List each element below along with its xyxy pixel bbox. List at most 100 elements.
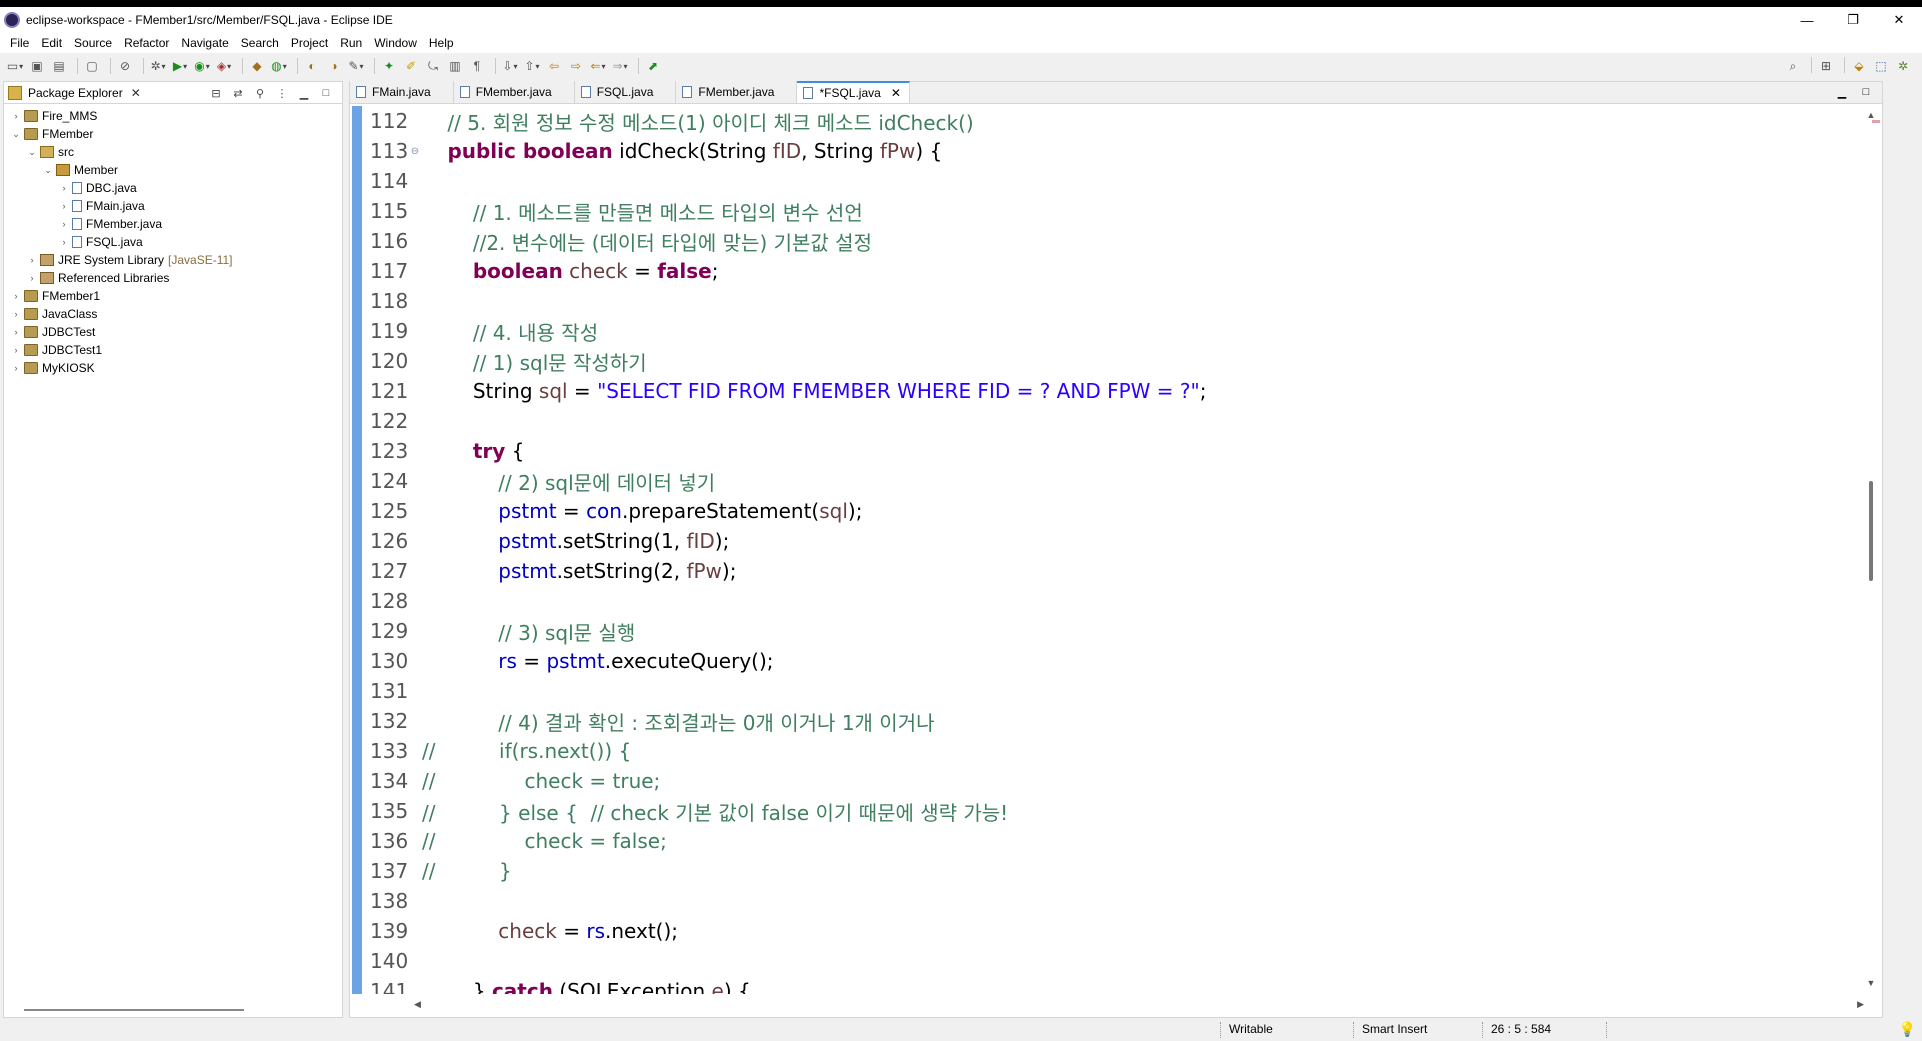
code-line[interactable]: 119 // 4. 내용 작성 [362, 316, 1858, 346]
code-line[interactable]: 117 boolean check = false; [362, 256, 1858, 286]
back-icon[interactable]: ⇐ [589, 57, 607, 75]
collapsed-arrow-icon[interactable]: › [58, 237, 70, 247]
code-line[interactable]: 131 [362, 676, 1858, 706]
menu-source[interactable]: Source [68, 36, 118, 50]
editor-vertical-scrollbar[interactable]: ▲ ▼ [1860, 106, 1882, 994]
mark-occurrences-icon[interactable]: ✐ [402, 57, 420, 75]
tree-item[interactable]: › Fire_MMS [4, 107, 342, 125]
java-perspective-icon[interactable]: ⬚ [1872, 57, 1890, 75]
menu-help[interactable]: Help [423, 36, 460, 50]
search-icon[interactable]: ⌕ [1784, 57, 1802, 75]
collapsed-arrow-icon[interactable]: › [10, 363, 22, 373]
open-perspective-icon[interactable]: ⊞ [1817, 57, 1835, 75]
new-icon[interactable]: ▭ [6, 57, 24, 75]
minimize-button[interactable]: — [1784, 7, 1830, 33]
editor-tab[interactable]: FMain.java [350, 81, 454, 103]
previous-annotation-icon[interactable]: ⇧ [523, 57, 541, 75]
code-line[interactable]: 128 [362, 586, 1858, 616]
maximize-view-icon[interactable]: □ [318, 85, 334, 101]
code-line[interactable]: 125 pstmt = con.prepareStatement(sql); [362, 496, 1858, 526]
code-line[interactable]: 124 // 2) sql문에 데이터 넣기 [362, 466, 1858, 496]
expanded-arrow-icon[interactable]: ⌄ [42, 165, 54, 176]
menu-refactor[interactable]: Refactor [118, 36, 175, 50]
menu-window[interactable]: Window [368, 36, 423, 50]
code-line[interactable]: 126 pstmt.setString(1, fID); [362, 526, 1858, 556]
editor-tab[interactable]: FSQL.java [574, 81, 677, 103]
tree-item[interactable]: › JDBCTest [4, 323, 342, 341]
next-annotation-icon[interactable]: ⇩ [501, 57, 519, 75]
tree-item[interactable]: ⌄ FMember [4, 125, 342, 143]
link-with-editor-icon[interactable]: ⇄ [230, 85, 246, 101]
editor-tab[interactable]: FMember.java [676, 81, 798, 103]
expanded-arrow-icon[interactable]: ⌄ [26, 147, 38, 158]
code-line[interactable]: 133 // if(rs.next()) { [362, 736, 1858, 766]
code-line[interactable]: 112 // 5. 회원 정보 수정 메소드(1) 아이디 체크 메소드 idC… [362, 106, 1858, 136]
last-edit-location-icon[interactable]: ⇦ [545, 57, 563, 75]
close-icon[interactable]: ✕ [891, 86, 901, 100]
view-menu-icon[interactable]: ⋮ [274, 85, 290, 101]
code-line[interactable]: 130 rs = pstmt.executeQuery(); [362, 646, 1858, 676]
scroll-right-icon[interactable]: ▶ [1857, 999, 1864, 1010]
collapsed-arrow-icon[interactable]: › [26, 255, 38, 265]
maximize-editor-icon[interactable]: □ [1858, 85, 1874, 99]
open-type-icon[interactable]: ◐ [303, 57, 321, 75]
code-line[interactable]: 118 [362, 286, 1858, 316]
new-java-class-icon[interactable]: ◍ [270, 57, 288, 75]
tip-bulb-icon[interactable]: 💡 [1899, 1021, 1916, 1038]
close-button[interactable]: ✕ [1876, 7, 1922, 33]
code-line[interactable]: 127 pstmt.setString(2, fPw); [362, 556, 1858, 586]
editor-tab[interactable]: FMember.java [453, 81, 575, 103]
code-line[interactable]: 134 // check = true; [362, 766, 1858, 796]
minimize-view-icon[interactable]: ▁ [296, 85, 312, 101]
scroll-down-icon[interactable]: ▼ [1864, 978, 1878, 988]
run-icon[interactable]: ▶ [171, 57, 189, 75]
code-line[interactable]: 113 ⊖ public boolean idCheck(String fID, … [362, 136, 1858, 166]
scroll-left-icon[interactable]: ◀ [414, 999, 421, 1010]
fold-toggle-icon[interactable]: ⊖ [408, 146, 422, 157]
collapsed-arrow-icon[interactable]: › [10, 111, 22, 121]
code-line[interactable]: 136 // check = false; [362, 826, 1858, 856]
terminal-icon[interactable]: ▢ [83, 57, 101, 75]
skip-breakpoints-icon[interactable]: ⊘ [116, 57, 134, 75]
open-task-icon[interactable]: ◑ [325, 57, 343, 75]
tree-item[interactable]: ⌄ src [4, 143, 342, 161]
collapse-all-icon[interactable]: ⊟ [208, 85, 224, 101]
code-line[interactable]: 137 // } [362, 856, 1858, 886]
code-line[interactable]: 115 // 1. 메소드를 만들면 메소드 타입의 변수 선언 [362, 196, 1858, 226]
code-line[interactable]: 129 // 3) sql문 실행 [362, 616, 1858, 646]
overview-marker[interactable] [1872, 120, 1880, 123]
code-line[interactable]: 123 try { [362, 436, 1858, 466]
status-insert-mode[interactable]: Smart Insert [1353, 1022, 1427, 1038]
code-line[interactable]: 121 String sql = "SELECT FID FROM FMEMBE… [362, 376, 1858, 406]
filters-icon[interactable]: ⚲ [252, 85, 268, 101]
toggle-breadcrumb-icon[interactable]: ✦ [380, 57, 398, 75]
tree-item[interactable]: ⌄ Member [4, 161, 342, 179]
code-line[interactable]: 132 // 4) 결과 확인 : 조회결과는 0개 이거나 1개 이거나 [362, 706, 1858, 736]
tree-item[interactable]: › JDBCTest1 [4, 341, 342, 359]
collapsed-arrow-icon[interactable]: › [58, 201, 70, 211]
code-editor[interactable]: 112 // 5. 회원 정보 수정 메소드(1) 아이디 체크 메소드 idC… [350, 106, 1882, 994]
java-ee-perspective-icon[interactable]: ⬙ [1850, 57, 1868, 75]
tree-item[interactable]: › FSQL.java [4, 233, 342, 251]
debug-icon[interactable]: ✲ [149, 57, 167, 75]
code-line[interactable]: 140 [362, 946, 1858, 976]
collapsed-arrow-icon[interactable]: › [10, 291, 22, 301]
tree-item[interactable]: › JRE System Library [JavaSE-11] [4, 251, 342, 269]
collapsed-arrow-icon[interactable]: › [26, 273, 38, 283]
tree-item[interactable]: › Referenced Libraries [4, 269, 342, 287]
new-java-package-icon[interactable]: ◆ [248, 57, 266, 75]
menu-navigate[interactable]: Navigate [175, 36, 234, 50]
menu-project[interactable]: Project [285, 36, 334, 50]
debug-perspective-icon[interactable]: ✲ [1894, 57, 1912, 75]
code-line[interactable]: 141 } catch (SQLException e) { [362, 976, 1858, 994]
code-line[interactable]: 114 [362, 166, 1858, 196]
collapsed-arrow-icon[interactable]: › [10, 327, 22, 337]
collapsed-arrow-icon[interactable]: › [58, 219, 70, 229]
code-line[interactable]: 139 check = rs.next(); [362, 916, 1858, 946]
code-line[interactable]: 135 // } else { // check 기본 값이 false 이기 때… [362, 796, 1858, 826]
code-line[interactable]: 122 [362, 406, 1858, 436]
save-all-icon[interactable]: ▤ [50, 57, 68, 75]
code-line[interactable]: 138 [362, 886, 1858, 916]
scrollbar-thumb[interactable] [1869, 481, 1873, 581]
collapsed-arrow-icon[interactable]: › [58, 183, 70, 193]
